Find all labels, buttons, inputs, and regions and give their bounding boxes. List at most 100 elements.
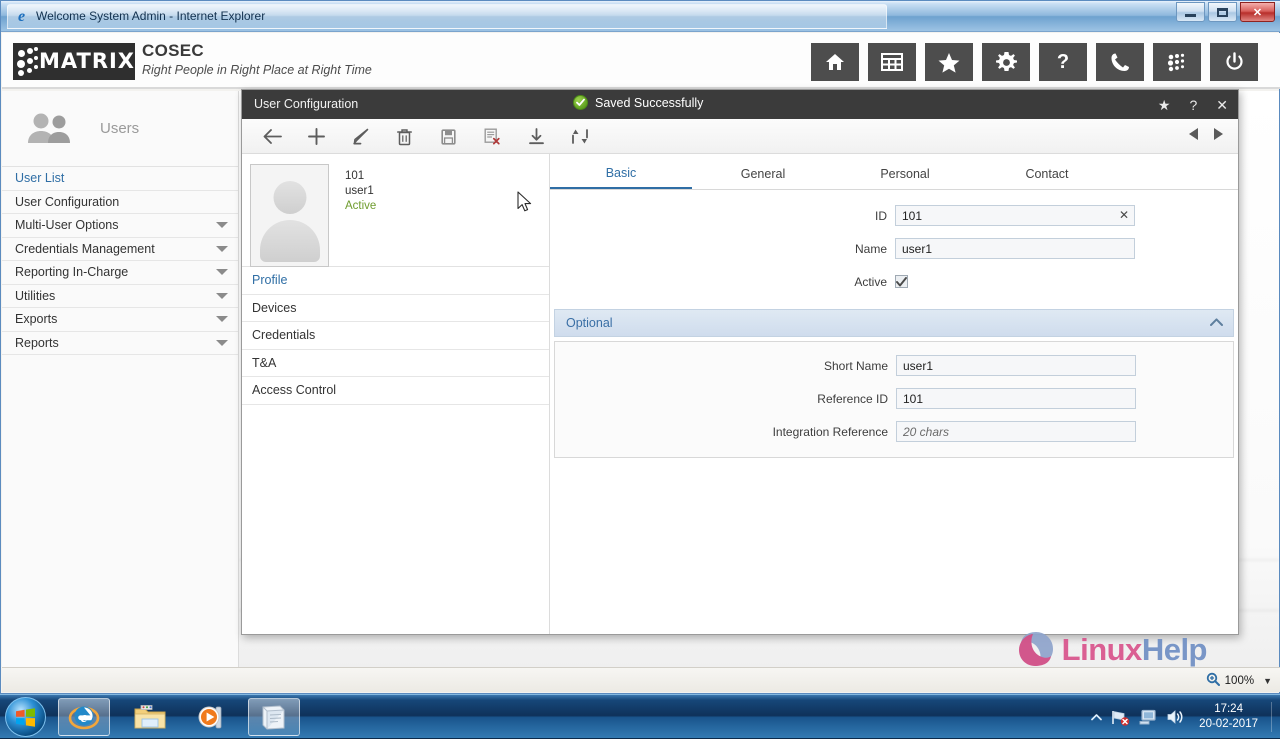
- id-label: ID: [550, 209, 895, 223]
- sidebar-item-multi-user-options[interactable]: Multi-User Options: [2, 214, 238, 238]
- short-name-label: Short Name: [555, 359, 896, 373]
- svg-text:e: e: [81, 710, 88, 726]
- sidebar-item-user-list[interactable]: User List: [2, 167, 238, 191]
- sidebar-item-reports[interactable]: Reports: [2, 332, 238, 356]
- chevron-down-icon: [216, 316, 228, 322]
- sidebar-item-label: Utilities: [15, 289, 55, 303]
- sidebar-item-label: User List: [15, 171, 64, 185]
- show-desktop-button[interactable]: [1271, 702, 1272, 732]
- help-icon[interactable]: ?: [1189, 98, 1197, 112]
- window-minimize-button[interactable]: [1176, 2, 1205, 22]
- sidebar-item-label: Reporting In-Charge: [15, 265, 128, 279]
- display-icon[interactable]: [1139, 709, 1157, 725]
- chevron-down-icon: [216, 293, 228, 299]
- form-row-integration-reference: Integration Reference: [555, 418, 1233, 445]
- tab-personal[interactable]: Personal: [834, 158, 976, 189]
- avatar[interactable]: [250, 164, 329, 267]
- integration-reference-input[interactable]: [896, 421, 1136, 442]
- tab-general[interactable]: General: [692, 158, 834, 189]
- download-icon[interactable]: [514, 119, 558, 154]
- user-name: user1: [345, 184, 376, 199]
- tab-label: Contact: [1025, 167, 1068, 181]
- chevron-up-icon[interactable]: [1210, 318, 1223, 329]
- dialog-titlebar: User Configuration Saved Successfully ★ …: [242, 90, 1238, 119]
- record-navigation: [1188, 119, 1224, 154]
- user-status: Active: [345, 199, 376, 214]
- power-icon[interactable]: [1210, 43, 1258, 81]
- success-check-icon: [573, 95, 588, 110]
- star-icon[interactable]: [925, 43, 973, 81]
- taskbar-file-explorer[interactable]: [124, 698, 176, 736]
- status-message: Saved Successfully: [573, 95, 703, 110]
- sidebar-item-credentials-management[interactable]: Credentials Management: [2, 238, 238, 262]
- name-label: Name: [550, 242, 895, 256]
- sync-icon[interactable]: [558, 119, 602, 154]
- close-icon[interactable]: ✕: [1216, 98, 1228, 112]
- edit-icon[interactable]: [338, 119, 382, 154]
- start-button[interactable]: [5, 697, 46, 737]
- short-name-input[interactable]: [896, 355, 1136, 376]
- phone-icon[interactable]: [1096, 43, 1144, 81]
- clock-time: 17:24: [1199, 702, 1258, 717]
- export-icon[interactable]: [470, 119, 514, 154]
- zoom-control[interactable]: 100% ▼: [1206, 672, 1272, 689]
- taskbar-media-player[interactable]: [186, 698, 238, 736]
- save-icon[interactable]: [426, 119, 470, 154]
- user-id: 101: [345, 169, 376, 184]
- previous-record-button[interactable]: [1188, 127, 1199, 146]
- optional-section-header[interactable]: Optional: [554, 309, 1234, 337]
- avatar-head: [273, 181, 306, 214]
- clear-icon[interactable]: ✕: [1119, 208, 1129, 222]
- toolbar-actions: [250, 119, 602, 154]
- section-item-devices[interactable]: Devices: [242, 295, 549, 323]
- taskbar-internet-explorer[interactable]: e: [58, 698, 110, 736]
- system-tray: 17:24 20-02-2017: [1091, 695, 1280, 739]
- matrix-logo: MATRIX: [13, 43, 135, 80]
- window-maximize-button[interactable]: [1208, 2, 1237, 22]
- home-icon[interactable]: [811, 43, 859, 81]
- add-icon[interactable]: [294, 119, 338, 154]
- sidebar-header-label: Users: [100, 120, 139, 137]
- sidebar-item-reporting-in-charge[interactable]: Reporting In-Charge: [2, 261, 238, 285]
- basic-form: ID ✕ Name Active: [550, 190, 1238, 295]
- tab-basic[interactable]: Basic: [550, 158, 692, 189]
- next-record-button[interactable]: [1213, 127, 1224, 146]
- clock[interactable]: 17:24 20-02-2017: [1194, 702, 1258, 732]
- volume-icon[interactable]: [1166, 709, 1185, 725]
- clock-date: 20-02-2017: [1199, 717, 1258, 732]
- active-checkbox[interactable]: [895, 275, 908, 288]
- header-icon-bar: ?: [811, 43, 1258, 81]
- user-details-pane: Basic General Personal Contact: [550, 154, 1238, 634]
- internet-explorer-icon: e: [13, 8, 30, 25]
- sidebar-item-label: Multi-User Options: [15, 218, 119, 232]
- section-item-profile[interactable]: Profile: [242, 267, 549, 295]
- help-icon[interactable]: ?: [1039, 43, 1087, 81]
- delete-icon[interactable]: [382, 119, 426, 154]
- matrix-dots-icon[interactable]: [1153, 43, 1201, 81]
- gear-icon[interactable]: [982, 43, 1030, 81]
- reference-id-input[interactable]: [896, 388, 1136, 409]
- name-input[interactable]: [895, 238, 1135, 259]
- window-titlebar[interactable]: e Welcome System Admin - Internet Explor…: [1, 1, 1280, 32]
- taskbar-notepad[interactable]: [248, 698, 300, 736]
- section-item-access-control[interactable]: Access Control: [242, 377, 549, 405]
- form-row-id: ID ✕: [550, 202, 1238, 229]
- window-close-button[interactable]: ✕: [1240, 2, 1275, 22]
- back-icon[interactable]: [250, 119, 294, 154]
- favourite-icon[interactable]: ★: [1158, 98, 1171, 112]
- zoom-dropdown-icon[interactable]: ▼: [1259, 676, 1272, 686]
- user-summary-pane: 101 user1 Active Profile Devices Credent…: [242, 154, 550, 634]
- section-item-credentials[interactable]: Credentials: [242, 322, 549, 350]
- show-hidden-icons-button[interactable]: [1091, 713, 1102, 722]
- sidebar-item-exports[interactable]: Exports: [2, 308, 238, 332]
- grid-icon[interactable]: [868, 43, 916, 81]
- id-input[interactable]: [895, 205, 1135, 226]
- section-item-ta[interactable]: T&A: [242, 350, 549, 378]
- chevron-down-icon: [216, 246, 228, 252]
- sidebar-item-user-configuration[interactable]: User Configuration: [2, 191, 238, 215]
- tab-contact[interactable]: Contact: [976, 158, 1118, 189]
- network-icon[interactable]: [1111, 709, 1130, 726]
- sidebar-item-utilities[interactable]: Utilities: [2, 285, 238, 309]
- section-item-label: Access Control: [252, 383, 336, 397]
- matrix-wordmark: MATRIX: [38, 43, 135, 80]
